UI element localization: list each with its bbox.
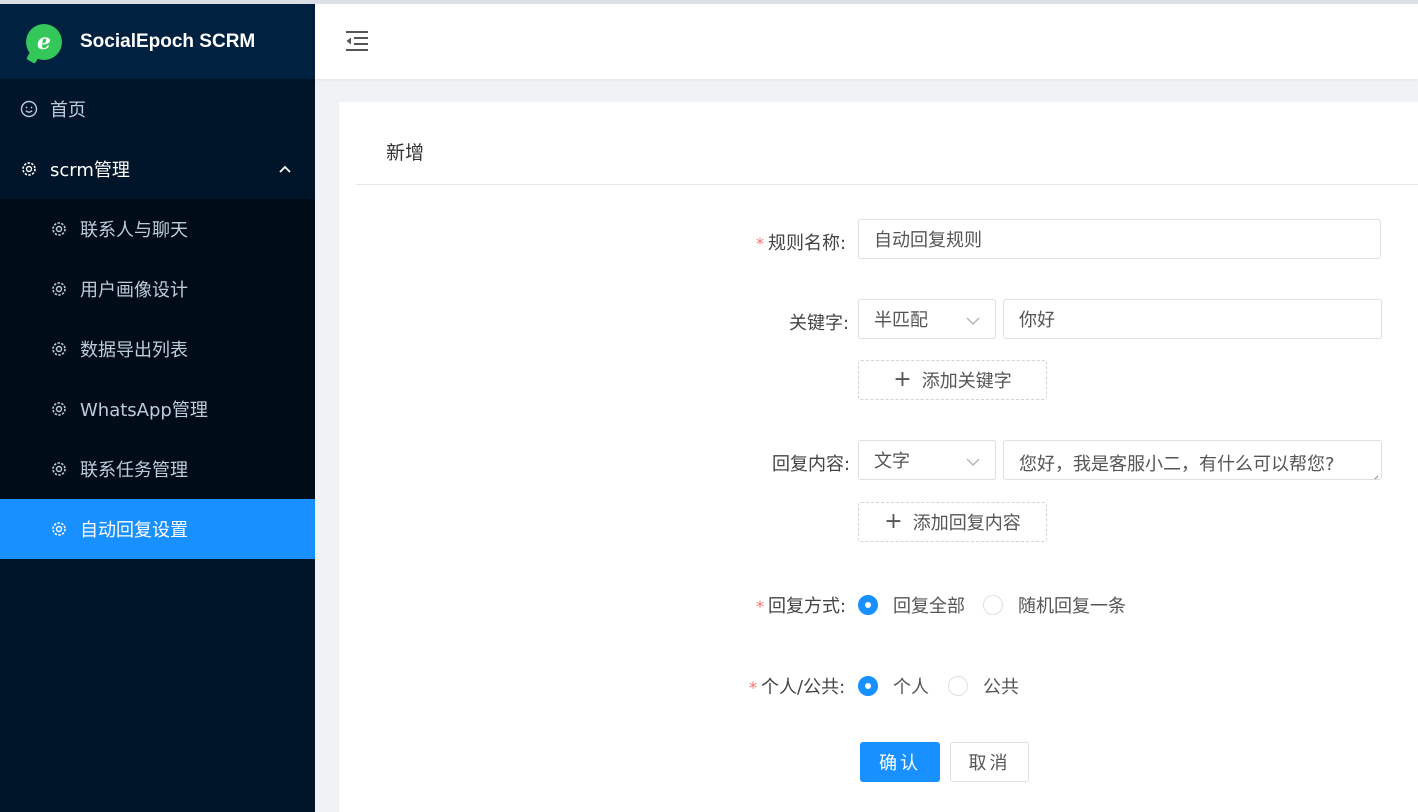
sidebar: e SocialEpoch SCRM 首页 scrm管理 联系人与聊天 用户画像… — [0, 4, 315, 812]
add-reply-button[interactable]: + 添加回复内容 — [858, 502, 1047, 542]
keyword-match-select[interactable]: 半匹配 — [858, 299, 996, 339]
select-value: 半匹配 — [874, 310, 928, 331]
label-text: 回复方式: — [768, 596, 847, 617]
sidebar-item-label: 联系人与聊天 — [80, 220, 188, 241]
plus-icon: + — [893, 367, 912, 392]
reply-mode-label: * 回复方式: — [756, 592, 846, 618]
app-title: SocialEpoch SCRM — [80, 30, 256, 52]
sidebar-item-label: 数据导出列表 — [80, 340, 188, 361]
radio-reply-all[interactable]: 回复全部 — [858, 592, 965, 618]
reply-type-select[interactable]: 文字 — [858, 440, 996, 480]
gear-icon — [50, 520, 68, 538]
chevron-up-icon[interactable] — [277, 161, 293, 177]
radio-label: 公共 — [983, 677, 1019, 698]
sidebar-item-auto-reply[interactable]: 自动回复设置 — [0, 499, 315, 559]
plus-icon: + — [884, 509, 903, 534]
sidebar-item-contacts-chat[interactable]: 联系人与聊天 — [0, 199, 315, 259]
radio-public[interactable]: 公共 — [948, 673, 1019, 699]
sidebar-group-label: scrm管理 — [50, 160, 130, 181]
button-label: 添加关键字 — [921, 371, 1012, 392]
label-text: 关键字: — [789, 313, 850, 334]
rule-name-input[interactable]: 自动回复规则 — [858, 219, 1381, 259]
required-mark: * — [756, 234, 764, 253]
label-text: 个人/公共: — [761, 677, 846, 698]
keyword-label: 关键字: — [789, 309, 849, 335]
sidebar-item-contact-tasks[interactable]: 联系任务管理 — [0, 439, 315, 499]
label-text: 规则名称: — [768, 233, 847, 254]
confirm-button[interactable]: 确认 — [860, 742, 940, 782]
add-keyword-button[interactable]: + 添加关键字 — [858, 360, 1047, 400]
radio-checked-icon — [858, 595, 878, 615]
page-title: 新增 — [386, 142, 425, 164]
logo-icon: e — [26, 23, 62, 60]
gear-icon — [50, 340, 68, 358]
radio-unchecked-icon — [948, 676, 968, 696]
radio-reply-random[interactable]: 随机回复一条 — [983, 592, 1126, 618]
input-value: 你好 — [1019, 310, 1055, 331]
scope-label: * 个人/公共: — [749, 673, 845, 699]
sidebar-item-label: 自动回复设置 — [80, 520, 188, 541]
chevron-down-icon — [965, 453, 981, 467]
chevron-down-icon — [965, 312, 981, 326]
reply-content-textarea[interactable]: 您好，我是客服小二，有什么可以帮您? — [1003, 440, 1382, 480]
sidebar-item-whatsapp[interactable]: WhatsApp管理 — [0, 379, 315, 439]
select-value: 文字 — [874, 451, 910, 472]
radio-label: 个人 — [893, 677, 929, 698]
sidebar-item-label: 用户画像设计 — [80, 280, 188, 301]
smile-icon — [20, 100, 38, 118]
gear-icon — [50, 460, 68, 478]
resize-handle-icon[interactable] — [1369, 467, 1379, 479]
gear-icon — [50, 400, 68, 418]
button-label: 添加回复内容 — [912, 513, 1021, 534]
rule-name-label: * 规则名称: — [756, 229, 846, 255]
brand[interactable]: e SocialEpoch SCRM — [0, 4, 315, 79]
radio-label: 回复全部 — [893, 596, 965, 617]
sidebar-item-label: WhatsApp管理 — [80, 400, 208, 421]
radio-label: 随机回复一条 — [1018, 596, 1126, 617]
top-header — [315, 4, 1418, 79]
card-header: 新增 — [356, 102, 1418, 185]
gear-icon — [50, 280, 68, 298]
cancel-button[interactable]: 取消 — [950, 742, 1029, 782]
gear-icon — [20, 160, 38, 178]
label-text: 回复内容: — [772, 454, 851, 475]
required-mark: * — [756, 597, 764, 616]
sidebar-item-home[interactable]: 首页 — [0, 79, 315, 139]
radio-unchecked-icon — [983, 595, 1003, 615]
button-label: 确认 — [879, 753, 921, 774]
radio-personal[interactable]: 个人 — [858, 673, 929, 699]
submenu-scrm: 联系人与聊天 用户画像设计 数据导出列表 WhatsApp管理 联系任务管理 自… — [0, 199, 315, 559]
sidebar-item-label: 首页 — [50, 100, 86, 121]
button-label: 取消 — [968, 753, 1011, 774]
logo-letter: e — [37, 28, 51, 55]
radio-checked-icon — [858, 676, 878, 696]
input-value: 自动回复规则 — [874, 230, 982, 251]
keyword-input[interactable]: 你好 — [1003, 299, 1382, 339]
sidebar-item-user-profile[interactable]: 用户画像设计 — [0, 259, 315, 319]
sidebar-group-scrm[interactable]: scrm管理 — [0, 139, 315, 199]
sidebar-item-data-export[interactable]: 数据导出列表 — [0, 319, 315, 379]
gear-icon — [50, 220, 68, 238]
reply-content-label: 回复内容: — [772, 450, 850, 476]
sidebar-item-label: 联系任务管理 — [80, 460, 188, 481]
menu-fold-icon[interactable] — [345, 30, 369, 52]
textarea-value: 您好，我是客服小二，有什么可以帮您? — [1019, 454, 1335, 475]
required-mark: * — [749, 678, 757, 697]
